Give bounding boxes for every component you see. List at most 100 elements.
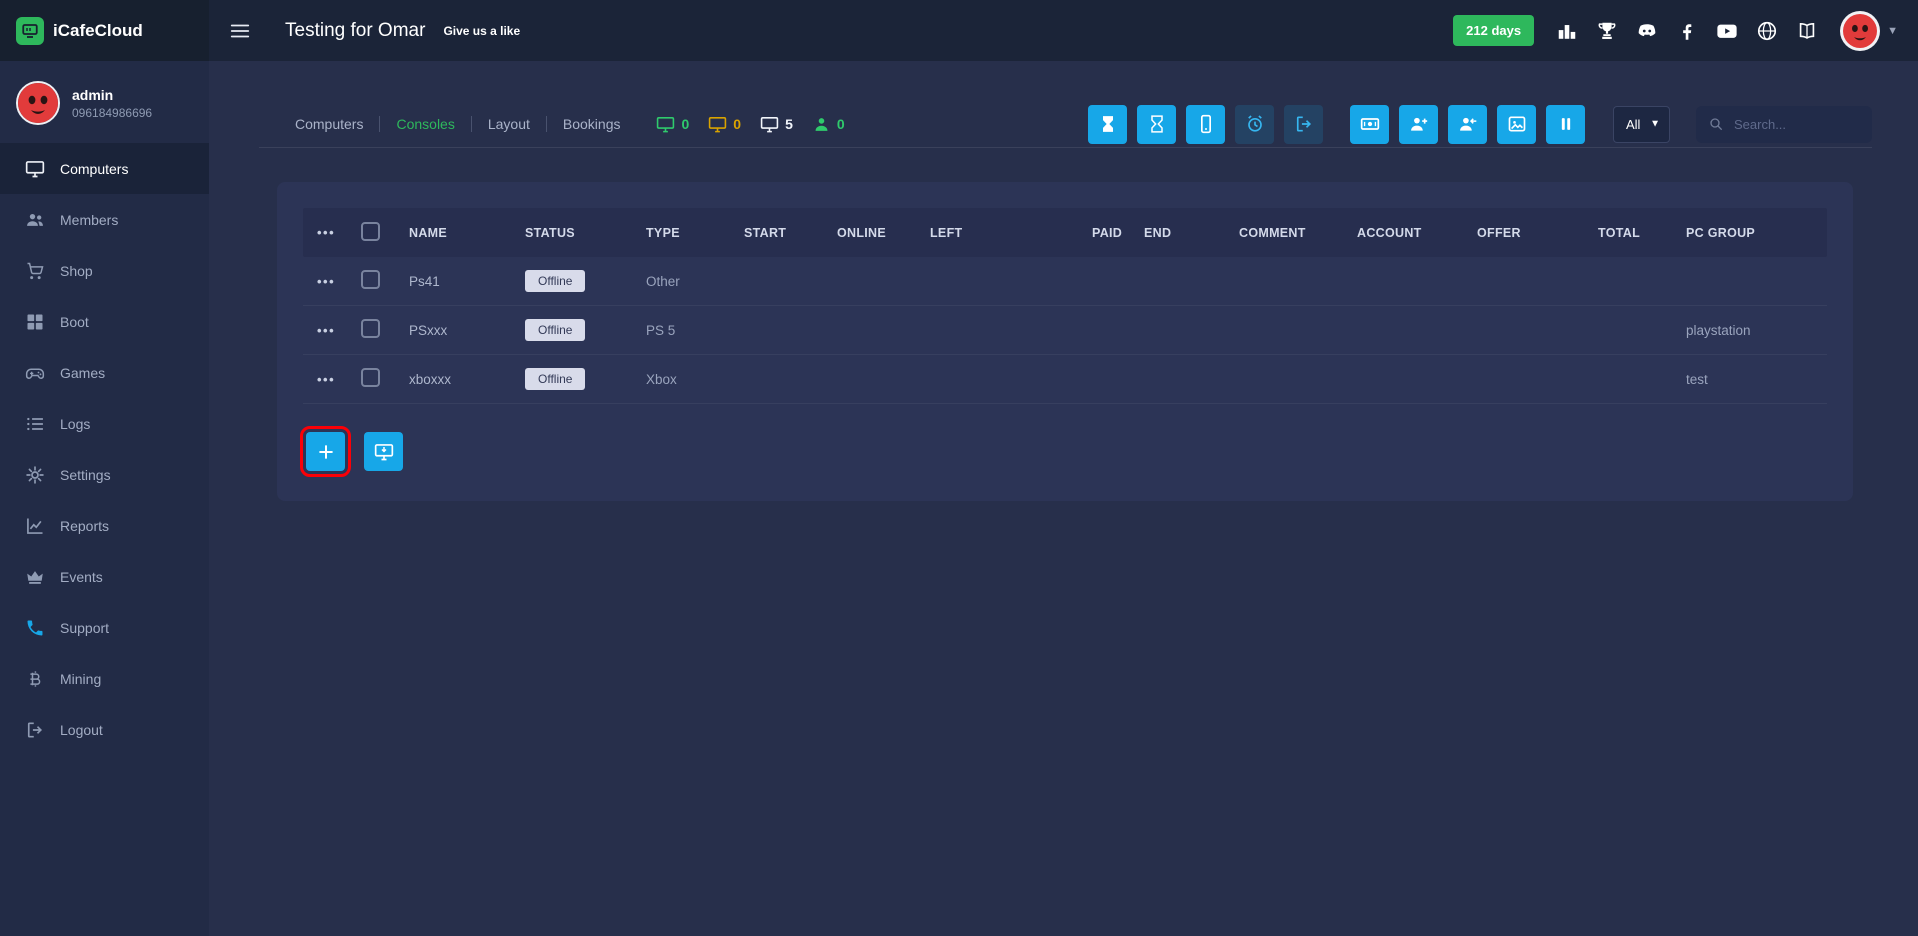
user-menu[interactable]: ▼ xyxy=(1840,11,1898,51)
hamburger-menu-button[interactable] xyxy=(223,14,257,48)
youtube-icon[interactable] xyxy=(1716,20,1738,42)
podium-icon[interactable] xyxy=(1556,20,1578,42)
add-console-button[interactable] xyxy=(306,432,345,471)
pause-icon xyxy=(1556,114,1576,134)
sidebar-item-label: Computers xyxy=(60,161,128,177)
boot-icon xyxy=(25,312,45,332)
counter-consoles-total[interactable]: 5 xyxy=(760,115,793,134)
table-row: ••• PSxxx Offline PS 5 playstation xyxy=(303,306,1827,355)
col-header-paid: PAID xyxy=(1092,226,1144,240)
sidebar-item-settings[interactable]: Settings xyxy=(0,449,209,500)
tab-layout[interactable]: Layout xyxy=(472,101,546,147)
icafecloud-logo-icon xyxy=(16,17,44,45)
hourglass-outline-button[interactable] xyxy=(1137,105,1176,144)
screen-view-button[interactable] xyxy=(1497,105,1536,144)
give-us-a-like-link[interactable]: Give us a like xyxy=(443,24,520,38)
table-footer-actions xyxy=(303,432,1827,471)
assign-member-button[interactable] xyxy=(1448,105,1487,144)
cell-name: xboxxx xyxy=(409,372,525,387)
sidebar-item-mining[interactable]: Mining xyxy=(0,653,209,704)
row-actions-menu[interactable]: ••• xyxy=(303,372,361,387)
sidebar-item-games[interactable]: Games xyxy=(0,347,209,398)
col-header-type: TYPE xyxy=(646,226,744,240)
col-header-total: TOTAL xyxy=(1598,226,1686,240)
screen-image-icon xyxy=(1507,114,1527,134)
sidebar-item-logout[interactable]: Logout xyxy=(0,704,209,755)
sidebar-item-support[interactable]: Support xyxy=(0,602,209,653)
settings-icon xyxy=(25,465,45,485)
hourglass-button[interactable] xyxy=(1088,105,1127,144)
tab-bookings[interactable]: Bookings xyxy=(547,101,637,147)
col-header-left: LEFT xyxy=(930,226,1092,240)
hourglass-outline-icon xyxy=(1147,114,1167,134)
monitor-icon xyxy=(656,115,675,134)
counter-value: 0 xyxy=(837,116,845,132)
cash-button[interactable] xyxy=(1350,105,1389,144)
globe-icon[interactable] xyxy=(1756,20,1778,42)
counter-value: 5 xyxy=(785,116,793,132)
sidebar-item-shop[interactable]: Shop xyxy=(0,245,209,296)
table-row: ••• Ps41 Offline Other xyxy=(303,257,1827,306)
search-box xyxy=(1696,106,1872,143)
select-all-checkbox[interactable] xyxy=(361,222,380,241)
toolbar-actions: All ▼ xyxy=(1088,105,1872,144)
sidebar-item-label: Boot xyxy=(60,314,89,330)
bulk-actions-menu[interactable]: ••• xyxy=(303,225,361,240)
sign-out-button[interactable] xyxy=(1284,105,1323,144)
mobile-button[interactable] xyxy=(1186,105,1225,144)
main-content: Computers Consoles Layout Bookings 0 0 5… xyxy=(209,61,1918,936)
sidebar-item-label: Mining xyxy=(60,671,101,687)
manage-action-group xyxy=(1350,105,1585,144)
row-checkbox[interactable] xyxy=(361,368,380,387)
tab-consoles[interactable]: Consoles xyxy=(380,101,470,147)
trophy-icon[interactable] xyxy=(1596,20,1618,42)
row-checkbox[interactable] xyxy=(361,270,380,289)
add-member-button[interactable] xyxy=(1399,105,1438,144)
session-action-group xyxy=(1088,105,1323,144)
cell-pc-group: test xyxy=(1686,372,1827,387)
row-actions-menu[interactable]: ••• xyxy=(303,323,361,338)
table-header-row: ••• NAME STATUS TYPE START ONLINE LEFT P… xyxy=(303,208,1827,257)
plus-icon xyxy=(316,442,336,462)
mobile-icon xyxy=(1196,114,1216,134)
counter-members-online[interactable]: 0 xyxy=(812,115,845,134)
search-icon xyxy=(1708,116,1724,132)
search-input[interactable] xyxy=(1732,116,1860,133)
alarm-icon xyxy=(1245,114,1265,134)
sidebar-item-label: Shop xyxy=(60,263,93,279)
status-badge: Offline xyxy=(525,270,585,292)
sidebar-item-boot[interactable]: Boot xyxy=(0,296,209,347)
top-bar: iCafeCloud Testing for Omar Give us a li… xyxy=(0,0,1918,61)
sidebar-item-label: Events xyxy=(60,569,103,585)
cell-name: Ps41 xyxy=(409,274,525,289)
tab-computers[interactable]: Computers xyxy=(279,101,379,147)
monitor-icon xyxy=(760,115,779,134)
reports-icon xyxy=(25,516,45,536)
counter-consoles-online[interactable]: 0 xyxy=(656,115,689,134)
counter-consoles-busy[interactable]: 0 xyxy=(708,115,741,134)
col-header-comment: COMMENT xyxy=(1239,226,1357,240)
row-checkbox[interactable] xyxy=(361,319,380,338)
shop-icon xyxy=(25,261,45,281)
discord-icon[interactable] xyxy=(1636,20,1658,42)
hourglass-icon xyxy=(1098,114,1118,134)
alarm-button[interactable] xyxy=(1235,105,1274,144)
sidebar-item-label: Settings xyxy=(60,467,111,483)
license-days-badge[interactable]: 212 days xyxy=(1453,15,1534,46)
col-header-start: START xyxy=(744,226,837,240)
sidebar-item-logs[interactable]: Logs xyxy=(0,398,209,449)
monitor-download-icon xyxy=(374,442,394,462)
sidebar-item-reports[interactable]: Reports xyxy=(0,500,209,551)
row-actions-menu[interactable]: ••• xyxy=(303,274,361,289)
sidebar-item-members[interactable]: Members xyxy=(0,194,209,245)
consoles-toolbar: Computers Consoles Layout Bookings 0 0 5… xyxy=(259,101,1872,148)
import-console-button[interactable] xyxy=(364,432,403,471)
col-header-online: ONLINE xyxy=(837,226,930,240)
pc-group-filter-select[interactable]: All xyxy=(1613,106,1670,143)
sidebar-item-computers[interactable]: Computers xyxy=(0,143,209,194)
pause-button[interactable] xyxy=(1546,105,1585,144)
facebook-icon[interactable] xyxy=(1676,20,1698,42)
sidebar-item-events[interactable]: Events xyxy=(0,551,209,602)
guide-book-icon[interactable] xyxy=(1796,20,1818,42)
sidebar-username: admin xyxy=(72,87,152,103)
